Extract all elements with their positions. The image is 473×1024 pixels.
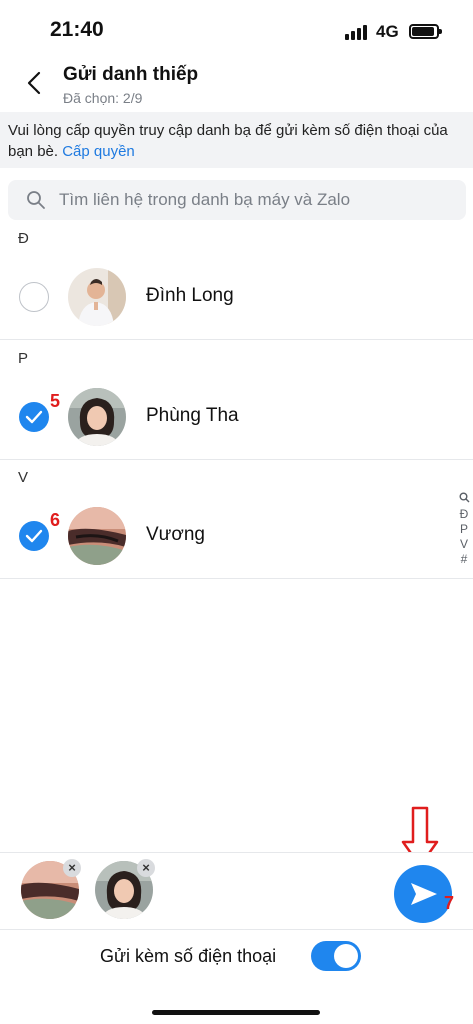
status-bar: 21:40 4G [0, 0, 473, 56]
step-annotation: 6 [50, 510, 61, 530]
include-phone-label: Gửi kèm số điện thoại [100, 946, 277, 966]
remove-selected-icon[interactable]: × [137, 859, 155, 877]
row-divider [0, 339, 473, 340]
toggle-knob [334, 944, 358, 968]
grant-permission-link[interactable]: Cấp quyền [62, 143, 135, 160]
home-indicator [152, 1010, 320, 1015]
alphabet-index[interactable]: Đ P V # [456, 492, 472, 567]
section-header: Đ [18, 230, 29, 247]
signal-icon [345, 24, 369, 40]
step-annotation: 5 [50, 391, 61, 411]
avatar [68, 388, 126, 446]
permission-notice: Vui lòng cấp quyền truy cập danh bạ để g… [0, 112, 473, 168]
status-time: 21:40 [50, 18, 104, 41]
avatar [68, 268, 126, 326]
index-letter[interactable]: P [456, 522, 472, 537]
unchecked-circle-icon[interactable] [19, 282, 49, 312]
checked-circle-icon[interactable] [19, 402, 49, 432]
contact-row-dinh-long[interactable]: Đình Long [0, 255, 473, 340]
index-letter[interactable]: Đ [456, 507, 472, 522]
step-annotation: 7 [444, 893, 455, 913]
section-header: P [18, 350, 29, 367]
contact-name: Vương [146, 524, 205, 545]
contact-name: Đình Long [146, 285, 234, 306]
header: Gửi danh thiếp Đã chọn: 2/9 [0, 56, 473, 112]
index-search-icon[interactable] [456, 492, 472, 507]
index-letter[interactable]: V [456, 537, 472, 552]
contact-row-vuong[interactable]: 6 Vương [0, 494, 473, 579]
row-divider [0, 459, 473, 460]
contact-row-phung-tha[interactable]: 5 Phùng Tha [0, 375, 473, 460]
row-divider [0, 578, 473, 579]
index-letter[interactable]: # [456, 552, 472, 567]
search-icon [26, 190, 46, 210]
send-icon [411, 883, 437, 905]
remove-selected-icon[interactable]: × [63, 859, 81, 877]
contact-name: Phùng Tha [146, 405, 239, 426]
divider [0, 929, 473, 930]
checked-circle-icon[interactable] [19, 521, 49, 551]
selected-count: Đã chọn: 2/9 [63, 90, 143, 106]
network-type: 4G [376, 22, 399, 41]
selection-bar: × × 7 Gửi kèm số điện thoại [0, 852, 473, 1024]
search-placeholder: Tìm liên hệ trong danh bạ máy và Zalo [59, 190, 351, 209]
back-arrow-icon[interactable] [22, 70, 48, 96]
avatar [68, 507, 126, 565]
page-title: Gửi danh thiếp [63, 64, 199, 85]
include-phone-toggle[interactable] [311, 941, 361, 971]
search-input[interactable]: Tìm liên hệ trong danh bạ máy và Zalo [8, 180, 466, 220]
battery-icon [409, 24, 442, 39]
section-header: V [18, 469, 29, 486]
